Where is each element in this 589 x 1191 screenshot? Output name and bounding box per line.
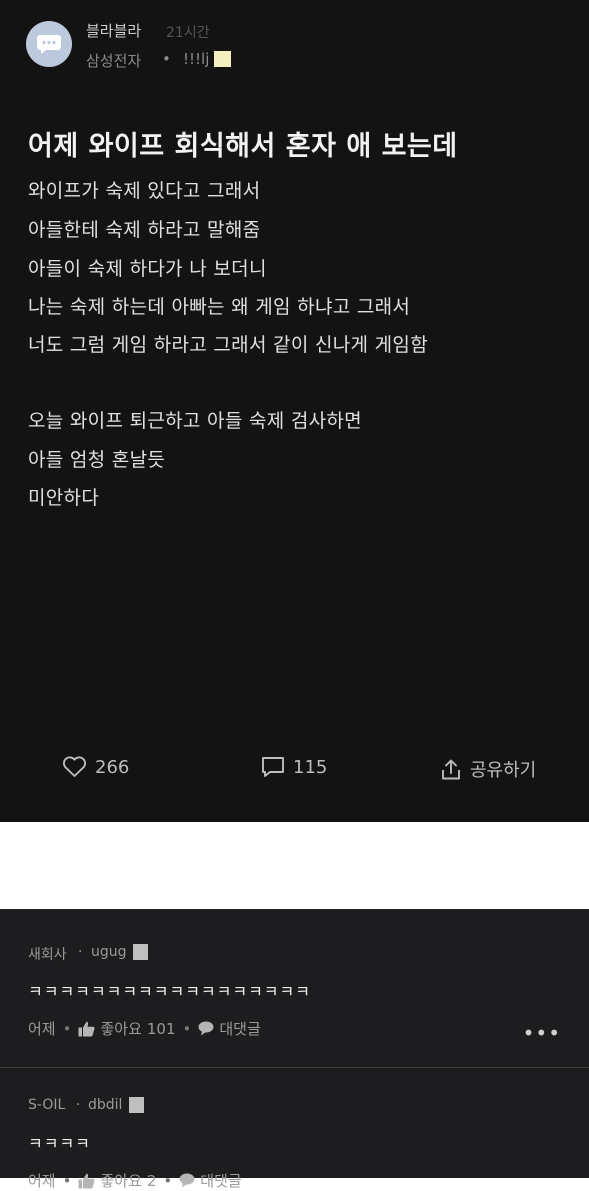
body-line: 아들한테 숙제 하라고 말해줌 bbox=[28, 219, 261, 241]
comment-like-button[interactable]: 좋아요 101 bbox=[78, 1018, 176, 1039]
comment-text: ㅋㅋㅋㅋ bbox=[28, 1134, 91, 1153]
comment-actions-separator: • bbox=[163, 1171, 173, 1190]
comment-actions: 어제 • 좋아요 2 • 대댓글 bbox=[28, 1170, 242, 1191]
comment-count: 115 bbox=[293, 756, 328, 778]
share-icon bbox=[442, 759, 460, 779]
section-gap bbox=[0, 822, 589, 909]
user-mask bbox=[133, 944, 148, 960]
comment-date: 어제 bbox=[28, 1020, 56, 1038]
comment-actions-separator: • bbox=[62, 1019, 72, 1038]
share-button[interactable]: 공유하기 bbox=[440, 756, 536, 782]
body-line: 아들 엄청 혼날듯 bbox=[28, 449, 166, 471]
comment-actions-separator: • bbox=[62, 1171, 72, 1190]
reply-label: 대댓글 bbox=[200, 1172, 242, 1190]
comment-company: S-OIL bbox=[28, 1097, 66, 1113]
comment-meta-separator: · bbox=[78, 944, 83, 960]
comment-like-count: 101 bbox=[146, 1019, 176, 1038]
reply-label: 대댓글 bbox=[219, 1020, 261, 1038]
comment-company: 새회사 bbox=[28, 947, 67, 963]
post-card: 블라블라 21시간 삼성전자 • !!!lj 어제 와이프 회식해서 혼자 애 … bbox=[0, 0, 589, 822]
share-label: 공유하기 bbox=[470, 760, 537, 781]
post-time: 21시간 bbox=[166, 25, 210, 41]
heart-icon bbox=[62, 756, 87, 777]
comment-like-count: 2 bbox=[146, 1171, 157, 1190]
chat-bubble-icon bbox=[37, 35, 61, 54]
comment-actions: 어제 • 좋아요 101 • 대댓글 bbox=[28, 1018, 261, 1039]
author-company: 삼성전자 bbox=[86, 52, 142, 70]
like-count: 266 bbox=[95, 756, 130, 778]
body-line: 아들이 숙제 하다가 나 보더니 bbox=[28, 258, 267, 280]
comment-meta-separator: · bbox=[76, 1097, 81, 1113]
comment-divider bbox=[0, 1067, 589, 1068]
body-line: 나는 숙제 하는데 아빠는 왜 게임 하냐고 그래서 bbox=[28, 296, 411, 318]
speech-bubble-icon bbox=[198, 1021, 214, 1036]
thumbs-up-icon bbox=[78, 1173, 95, 1188]
reply-button[interactable]: 대댓글 bbox=[198, 1018, 261, 1039]
comment-text: ㅋㅋㅋㅋㅋㅋㅋㅋㅋㅋㅋㅋㅋㅋㅋㅋㅋㅋ bbox=[28, 982, 311, 1001]
author-avatar[interactable] bbox=[26, 21, 72, 67]
body-line: 미안하다 bbox=[28, 487, 100, 509]
like-button[interactable]: 266 bbox=[62, 756, 129, 778]
author-name[interactable]: 블라블라 bbox=[86, 20, 141, 41]
author-nickname: !!!lj bbox=[183, 50, 210, 68]
body-line: 와이프가 숙제 있다고 그래서 bbox=[28, 180, 261, 202]
body-line: 오늘 와이프 퇴근하고 아들 숙제 검사하면 bbox=[28, 410, 362, 432]
comment-icon bbox=[262, 757, 284, 777]
thumbs-up-icon bbox=[78, 1021, 95, 1036]
nickname-mask bbox=[214, 51, 231, 67]
more-icon[interactable]: ••• bbox=[523, 1021, 561, 1045]
meta-separator: • bbox=[162, 50, 171, 68]
comment-like-label: 좋아요 bbox=[100, 1020, 142, 1038]
comment-list: 새회사 · ugug ㅋㅋㅋㅋㅋㅋㅋㅋㅋㅋㅋㅋㅋㅋㅋㅋㅋㅋ 어제 • 좋아요 1… bbox=[0, 909, 589, 1190]
user-mask bbox=[129, 1097, 144, 1113]
reply-button[interactable]: 대댓글 bbox=[179, 1170, 242, 1191]
comment-date: 어제 bbox=[28, 1172, 56, 1190]
comment-like-button[interactable]: 좋아요 2 bbox=[78, 1170, 156, 1191]
comment-like-label: 좋아요 bbox=[100, 1172, 142, 1190]
comment-user[interactable]: ugug bbox=[91, 944, 127, 960]
post-title: 어제 와이프 회식해서 혼자 애 보는데 bbox=[28, 131, 458, 162]
speech-bubble-icon bbox=[179, 1173, 195, 1188]
comment-button[interactable]: 115 bbox=[261, 756, 327, 778]
comment-user[interactable]: dbdil bbox=[88, 1097, 122, 1113]
body-line: 너도 그럼 게임 하라고 그래서 같이 신나게 게임함 bbox=[28, 334, 428, 356]
comment-actions-separator: • bbox=[182, 1019, 192, 1038]
